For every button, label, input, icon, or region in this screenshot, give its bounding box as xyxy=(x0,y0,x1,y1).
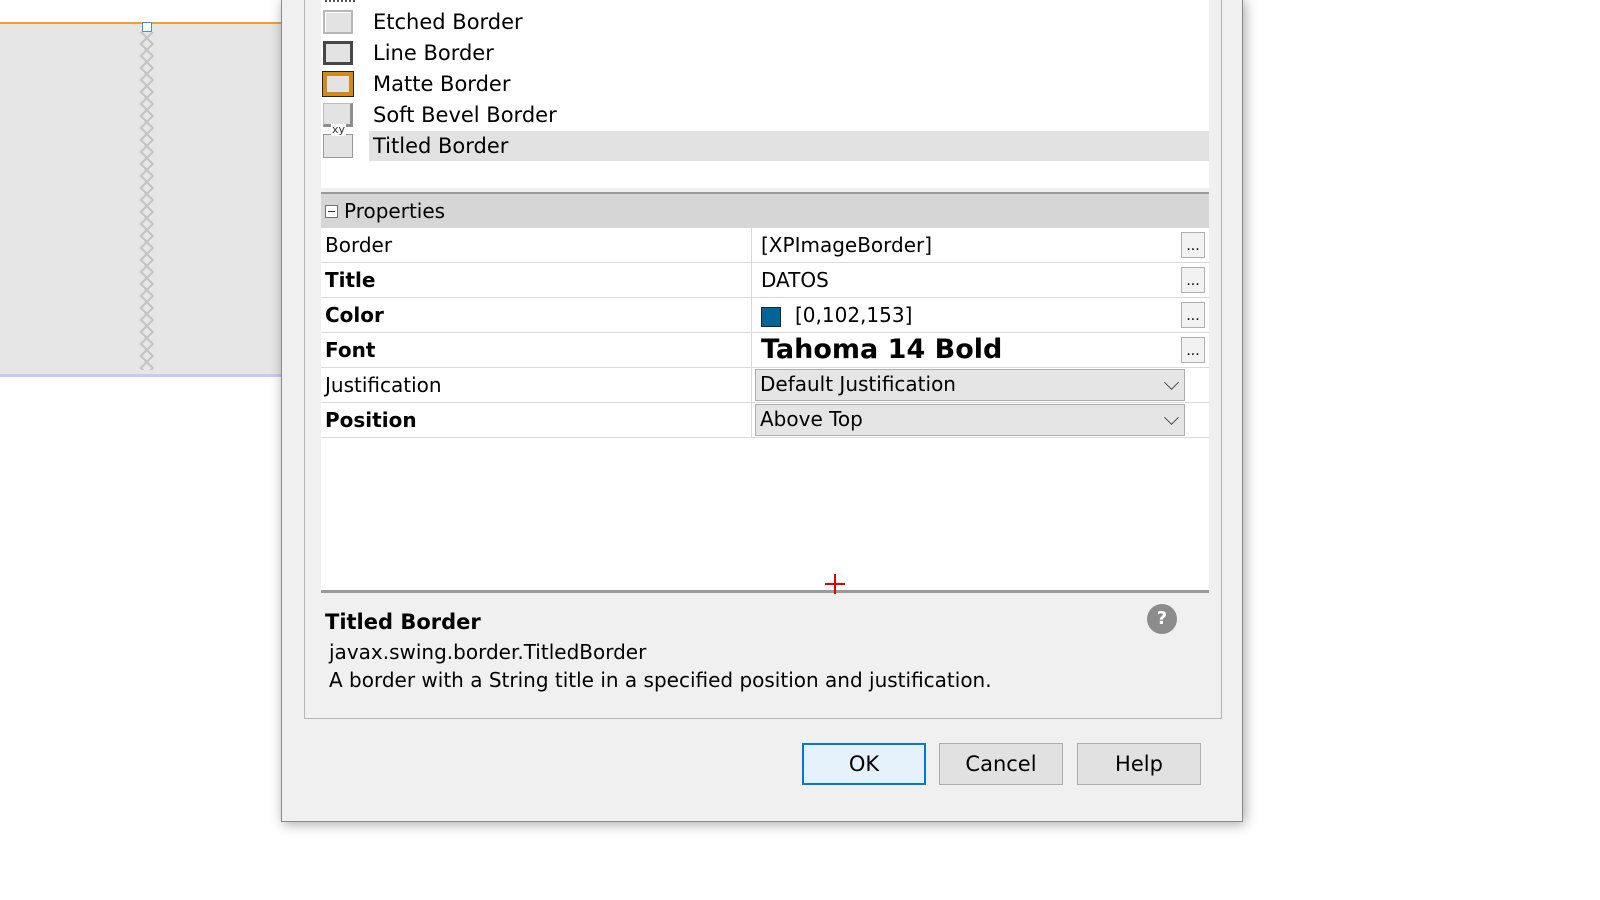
list-item-label: Soft Bevel Border xyxy=(373,103,557,127)
justification-select[interactable]: Default Justification xyxy=(755,369,1185,401)
property-value: [0,102,153] xyxy=(795,303,913,327)
list-item-soft-bevel-border[interactable]: Soft Bevel Border xyxy=(321,99,1209,131)
property-row-color[interactable]: Color [0,102,153] ... xyxy=(321,298,1209,333)
property-name: Border xyxy=(325,228,752,262)
property-row-justification[interactable]: Justification Default Justification xyxy=(321,368,1209,403)
edit-border-button[interactable]: ... xyxy=(1181,232,1205,258)
list-item-line-border[interactable]: Line Border xyxy=(321,37,1209,69)
list-item-matte-border[interactable]: Matte Border xyxy=(321,68,1209,100)
help-icon[interactable]: ? xyxy=(1147,604,1177,634)
property-row-title[interactable]: Title DATOS ... xyxy=(321,263,1209,298)
description-class-name: javax.swing.border.TitledBorder xyxy=(329,640,647,664)
dialog-content: Etched Border Line Border Matte Border S… xyxy=(304,0,1222,719)
etched-border-icon xyxy=(323,10,353,34)
matte-border-icon xyxy=(322,71,354,97)
border-editor-dialog: Etched Border Line Border Matte Border S… xyxy=(281,0,1243,822)
property-name: Font xyxy=(325,333,752,367)
edit-color-button[interactable]: ... xyxy=(1181,302,1205,328)
select-value: Default Justification xyxy=(760,372,956,396)
property-sheet: Border [XPImageBorder] ... Title DATOS .… xyxy=(321,228,1209,593)
property-row-position[interactable]: Position Above Top xyxy=(321,403,1209,438)
list-item-label: Etched Border xyxy=(373,10,523,34)
property-value: Tahoma 14 Bold xyxy=(761,334,1003,365)
position-select[interactable]: Above Top xyxy=(755,404,1185,436)
property-name: Color xyxy=(325,298,752,332)
chevron-down-icon[interactable] xyxy=(1164,375,1179,390)
property-row-border[interactable]: Border [XPImageBorder] ... xyxy=(321,228,1209,263)
partial-item-icon xyxy=(325,0,355,2)
line-border-icon xyxy=(323,41,353,65)
list-item-label: Line Border xyxy=(373,41,494,65)
property-name: Title xyxy=(325,263,752,297)
help-button[interactable]: Help xyxy=(1077,743,1201,785)
edit-title-button[interactable]: ... xyxy=(1181,267,1205,293)
list-item-titled-border[interactable]: Titled Border xyxy=(321,124,1209,162)
mouse-cursor xyxy=(825,574,845,594)
select-value: Above Top xyxy=(760,407,863,431)
property-value: [XPImageBorder] xyxy=(761,233,933,257)
cancel-button[interactable]: Cancel xyxy=(939,743,1063,785)
titled-border-icon xyxy=(323,124,353,158)
break-indicator xyxy=(138,32,156,370)
list-item-label: Titled Border xyxy=(369,131,1209,161)
properties-section-header[interactable]: Properties xyxy=(321,192,1209,228)
resize-handle[interactable] xyxy=(142,22,152,32)
property-name: Justification xyxy=(325,368,752,402)
properties-label: Properties xyxy=(344,199,446,223)
property-name: Position xyxy=(325,403,752,437)
color-swatch xyxy=(761,306,781,327)
ok-button[interactable]: OK xyxy=(802,743,926,785)
description-title: Titled Border xyxy=(325,610,481,634)
list-item-label: Matte Border xyxy=(373,72,511,96)
property-value[interactable]: DATOS xyxy=(761,263,829,297)
description-text: A border with a String title in a specif… xyxy=(329,668,992,692)
property-row-font[interactable]: Font Tahoma 14 Bold ... xyxy=(321,333,1209,368)
property-value-container: [0,102,153] xyxy=(761,298,912,332)
list-item-etched-border[interactable]: Etched Border xyxy=(321,6,1209,38)
border-type-list[interactable]: Etched Border Line Border Matte Border S… xyxy=(321,0,1209,188)
edit-font-button[interactable]: ... xyxy=(1181,337,1205,363)
collapse-icon[interactable] xyxy=(325,204,338,218)
chevron-down-icon[interactable] xyxy=(1164,410,1179,425)
